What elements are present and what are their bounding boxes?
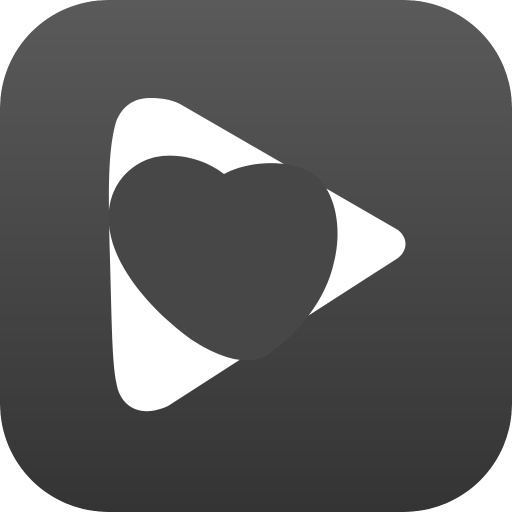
app-icon-graphic (0, 0, 512, 512)
screen (0, 0, 512, 512)
play-heart-app-icon[interactable] (0, 0, 512, 512)
